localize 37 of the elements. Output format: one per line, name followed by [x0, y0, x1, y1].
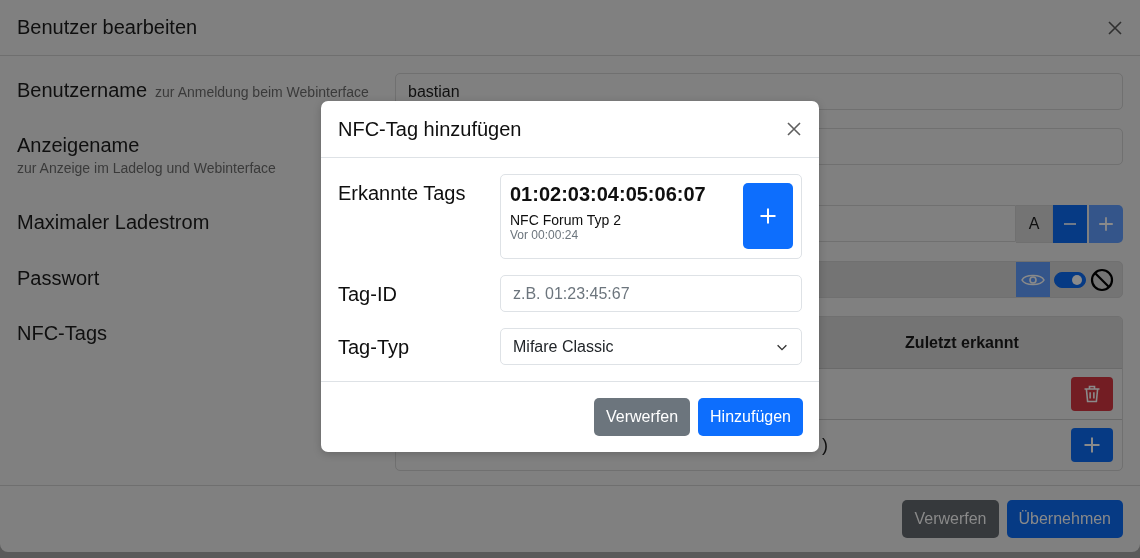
field-label: Maximaler Ladestrom: [17, 211, 211, 234]
delete-button[interactable]: [1071, 377, 1113, 411]
trash-icon: [1082, 384, 1102, 404]
add-button[interactable]: [1071, 428, 1113, 462]
field-hint: zur Anzeige im Ladelog und Webinterface: [17, 160, 277, 176]
field-label: Erkannte Tags: [338, 181, 467, 205]
add-button[interactable]: Hinzufügen: [698, 398, 803, 436]
field-label: Benutzername: [17, 79, 148, 102]
minus-icon: [1061, 223, 1079, 225]
discard-button[interactable]: Verwerfen: [594, 398, 691, 436]
field-label: Passwort: [17, 267, 101, 290]
modal-title: NFC-Tag hinzufügen: [338, 117, 522, 141]
plus-icon: [1097, 215, 1115, 233]
field-label: Tag-Typ: [338, 335, 411, 359]
close-icon[interactable]: [1107, 19, 1123, 36]
field-label: NFC-Tags: [17, 322, 108, 345]
field-label: Tag-ID: [338, 282, 398, 306]
show-password-button[interactable]: [1016, 262, 1050, 297]
apply-button[interactable]: Übernehmen: [1006, 500, 1123, 538]
tag-type-select[interactable]: Mifare Classic: [500, 328, 802, 365]
add-button[interactable]: [743, 183, 793, 249]
tag-age: Vor 00:00:24: [510, 228, 580, 242]
table-cell: ): [822, 434, 828, 456]
tag-id: 01:02:03:04:05:06:07: [510, 183, 706, 206]
unit-label: A: [1016, 205, 1053, 243]
plus-icon: [1082, 435, 1102, 455]
plus-icon: [758, 206, 778, 226]
prohibited-icon: [1090, 267, 1114, 292]
tag-type: NFC Forum Typ 2: [510, 212, 622, 228]
column-header: Zuletzt erkannt: [904, 333, 1020, 352]
discard-button[interactable]: Verwerfen: [902, 500, 999, 538]
field-label: Anzeigename: [17, 134, 141, 157]
tag-id-field[interactable]: z.B. 01:23:45:67: [500, 275, 802, 312]
dialog-title: Benutzer bearbeiten: [17, 16, 198, 39]
toggle-switch[interactable]: [1054, 271, 1086, 288]
close-icon[interactable]: [786, 121, 802, 137]
field-hint: zur Anmeldung beim Webinterface: [155, 84, 369, 100]
